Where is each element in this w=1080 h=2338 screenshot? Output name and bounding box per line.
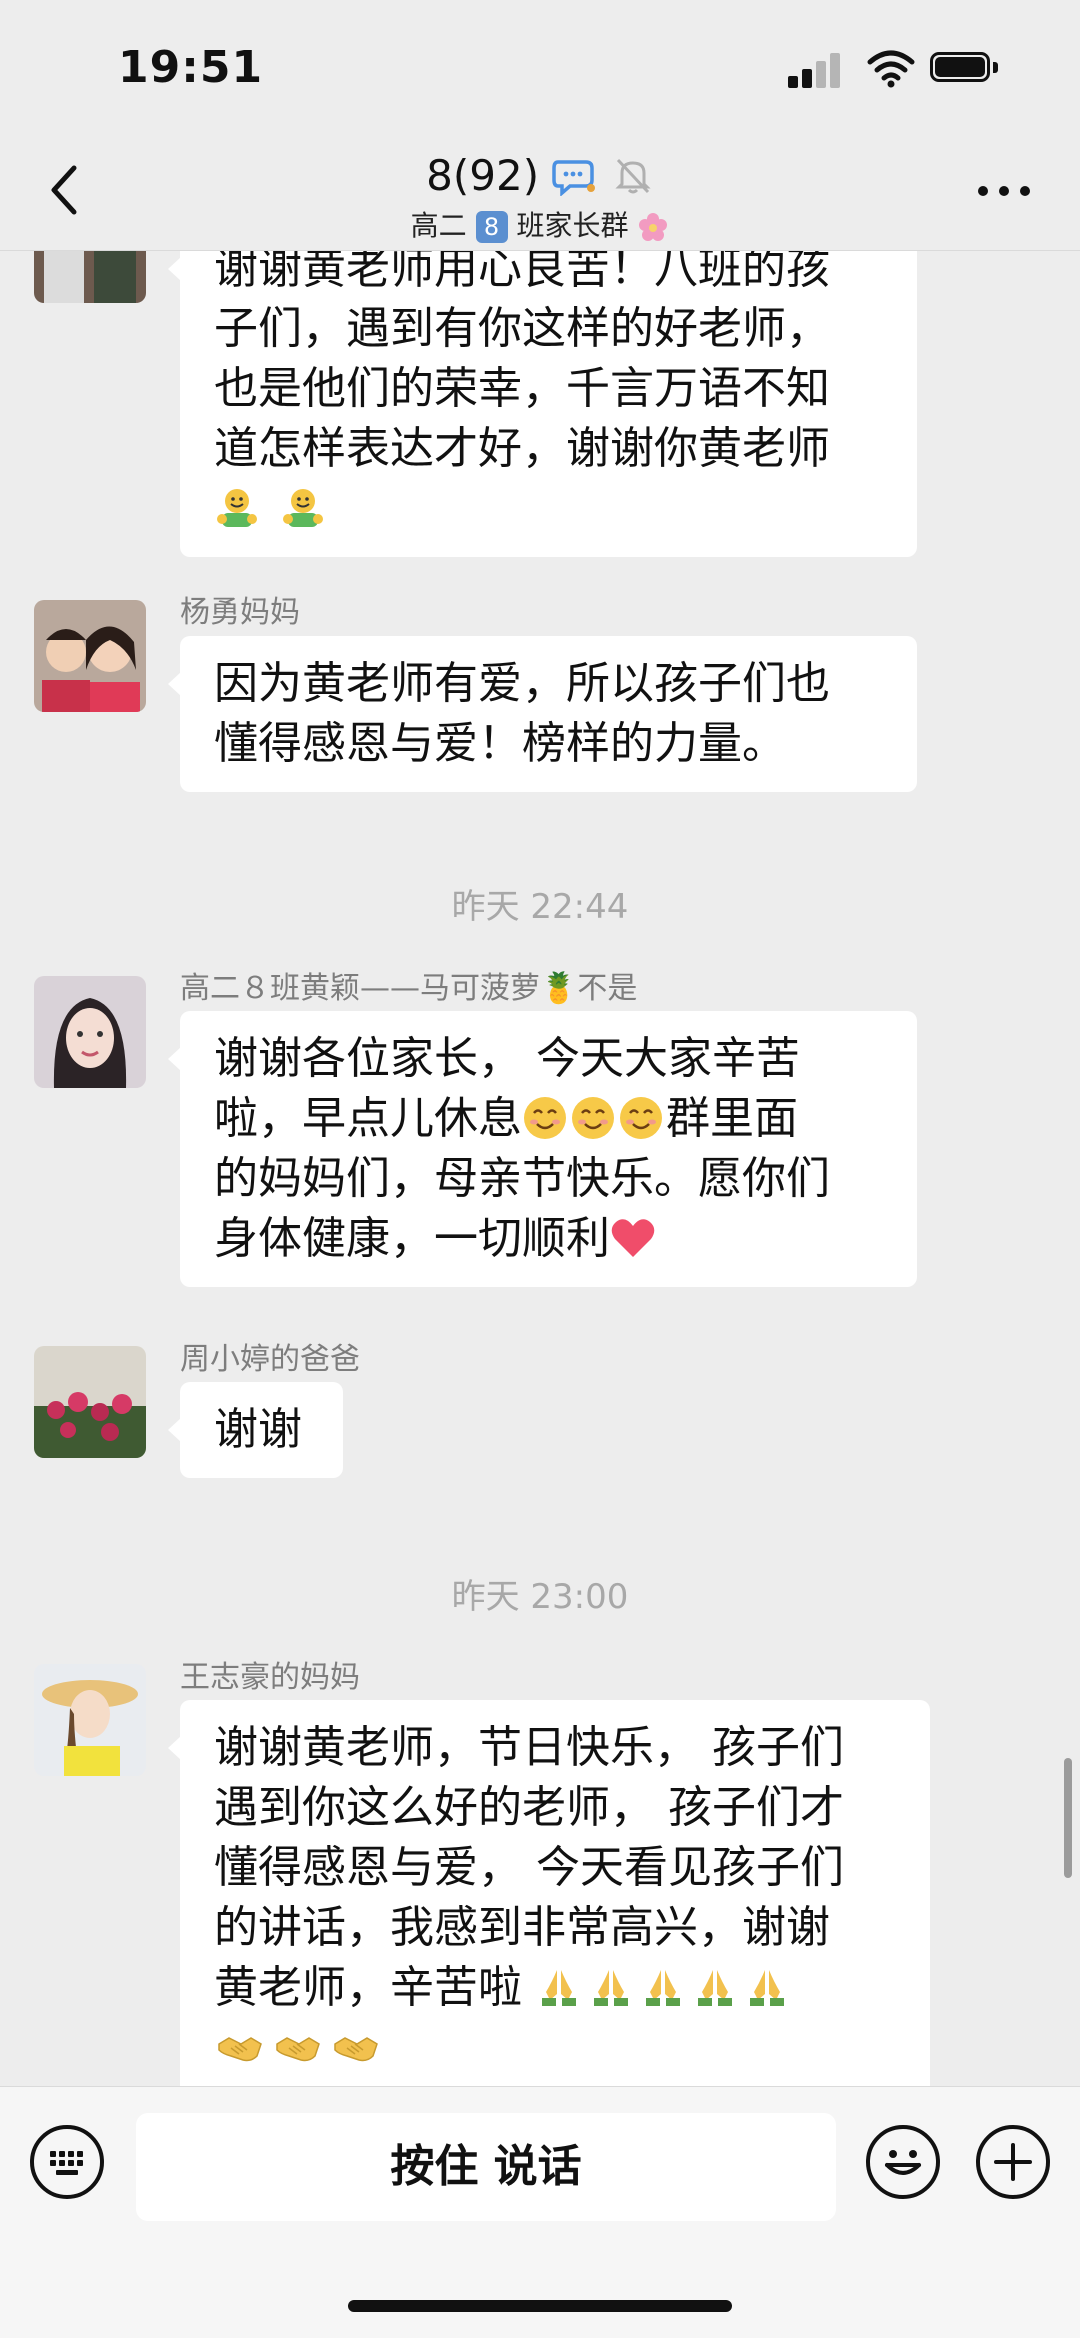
message-bubble[interactable]: 谢谢黄老师，节日快乐， 孩子们 遇到你这么好的老师， 孩子们才 懂得感恩与爱， … — [168, 1700, 930, 2086]
message-line: 懂得感恩与爱， 今天看见孩子们 — [214, 1842, 844, 1893]
message-bubble[interactable]: 谢谢 — [168, 1382, 343, 1478]
smiley-icon — [885, 2150, 921, 2175]
avatar[interactable] — [34, 976, 146, 1088]
status-time: 19:51 — [118, 42, 264, 93]
pray-emoji-icon — [542, 1970, 576, 2006]
smile-emoji-icon — [620, 1097, 662, 1139]
status-bar: 19:51 — [0, 0, 1080, 140]
cellular-signal-icon — [788, 52, 844, 88]
avatar[interactable] — [34, 600, 146, 712]
handshake-emoji-icon — [334, 2037, 378, 2062]
home-indicator[interactable] — [348, 2300, 732, 2312]
pray-emoji-icon — [594, 1970, 628, 2006]
message-line: 谢谢 — [214, 1404, 302, 1455]
more-options-button[interactable] — [974, 180, 1034, 200]
chat-title: 8(92) — [0, 148, 1080, 200]
message-line: 因为黄老师有爱，所以孩子们也 — [214, 658, 830, 709]
emoji-line — [214, 479, 883, 539]
smile-emoji-icon — [524, 1097, 566, 1139]
keyboard-icon — [50, 2151, 83, 2175]
message-line: 的妈妈们，母亲节快乐。愿你们 — [214, 1153, 830, 1204]
emoji-line — [214, 2018, 896, 2078]
scrollbar[interactable] — [1064, 1758, 1072, 1878]
chat-bubble-icon — [552, 159, 596, 197]
hold-to-talk-button[interactable]: 按住 说话 — [136, 2113, 836, 2221]
chat-title-text: 8(92) — [426, 151, 540, 200]
message-line: 身体健康，一切顺利 — [214, 1209, 883, 1269]
message-bubble[interactable]: 因为黄老师有爱，所以孩子们也 懂得感恩与爱！榜样的力量。 — [168, 636, 917, 792]
message-text: 黄老师，辛苦啦 — [214, 1962, 536, 2013]
sender-name: 周小婷的爸爸 — [180, 1342, 360, 1377]
more-functions-button[interactable] — [976, 2125, 1050, 2199]
message-line: 懂得感恩与爱！榜样的力量。 — [214, 718, 786, 769]
message-line: 啦，早点儿休息 群里面 — [214, 1089, 883, 1149]
message-bubble[interactable]: 谢谢黄老师用心良苦！八班的孩 子们，遇到有你这样的好老师， 也是他们的荣幸，千言… — [168, 251, 917, 557]
message-line: 道怎样表达才好，谢谢你黄老师 — [214, 423, 830, 474]
pray-emoji-icon — [698, 1970, 732, 2006]
heart-emoji-icon — [611, 1219, 655, 1257]
hug-emoji-icon — [217, 489, 257, 527]
handshake-emoji-icon — [218, 2037, 262, 2062]
message-line: 黄老师，辛苦啦 — [214, 1958, 896, 2018]
time-separator: 昨天 22:44 — [451, 887, 629, 927]
pray-emoji-icon — [646, 1970, 680, 2006]
wifi-icon — [867, 50, 915, 88]
chat-subtitle: 高二 8 班家长群 — [0, 204, 1080, 244]
sender-name: 高二８班黄颖——马可菠萝🍍不是 — [180, 971, 638, 1006]
message-text: 啦，早点儿休息 — [214, 1093, 522, 1144]
message-text: 群里面 — [666, 1093, 798, 1144]
avatar[interactable] — [34, 1664, 146, 1776]
sender-name: 王志豪的妈妈 — [180, 1660, 360, 1695]
pray-emoji-icon — [750, 1970, 784, 2006]
battery-icon — [930, 52, 1000, 86]
message-line: 谢谢黄老师，节日快乐， 孩子们 — [214, 1722, 844, 1773]
avatar[interactable] — [34, 251, 146, 303]
message-line: 子们，遇到有你这样的好老师， — [214, 303, 830, 354]
plus-icon — [994, 2143, 1032, 2181]
message-line: 的讲话，我感到非常高兴，谢谢 — [214, 1902, 830, 1953]
message-line: 谢谢黄老师用心良苦！八班的孩 — [214, 251, 830, 294]
message-bubble[interactable]: 谢谢各位家长， 今天大家辛苦 啦，早点儿休息 群里面 的妈妈们，母亲节快乐。愿你们… — [168, 1011, 917, 1287]
message-line: 谢谢各位家长， 今天大家辛苦 — [214, 1033, 800, 1084]
subtitle-prefix: 高二 — [410, 209, 467, 242]
mute-bell-icon — [615, 158, 651, 193]
message-list[interactable]: 谢谢黄老师用心良苦！八班的孩 子们，遇到有你这样的好老师， 也是他们的荣幸，千言… — [0, 251, 1080, 2086]
subtitle-suffix: 班家长群 — [516, 209, 629, 242]
handshake-emoji-icon — [276, 2037, 320, 2062]
hug-emoji-icon — [283, 489, 323, 527]
message-line: 也是他们的荣幸，千言万语不知 — [214, 363, 830, 414]
class-number-badge: 8 — [475, 211, 508, 243]
keyboard-button[interactable] — [30, 2125, 104, 2199]
sender-name: 杨勇妈妈 — [180, 595, 300, 630]
time-separator: 昨天 23:00 — [451, 1577, 629, 1617]
message-line: 遇到你这么好的老师， 孩子们才 — [214, 1782, 844, 1833]
chat-header: 8(92) 高二 8 班家长群 — [0, 140, 1080, 251]
flower-icon — [639, 213, 668, 241]
emoji-button[interactable] — [866, 2125, 940, 2199]
smile-emoji-icon — [572, 1097, 614, 1139]
message-text: 身体健康，一切顺利 — [214, 1213, 610, 1264]
avatar[interactable] — [34, 1346, 146, 1458]
